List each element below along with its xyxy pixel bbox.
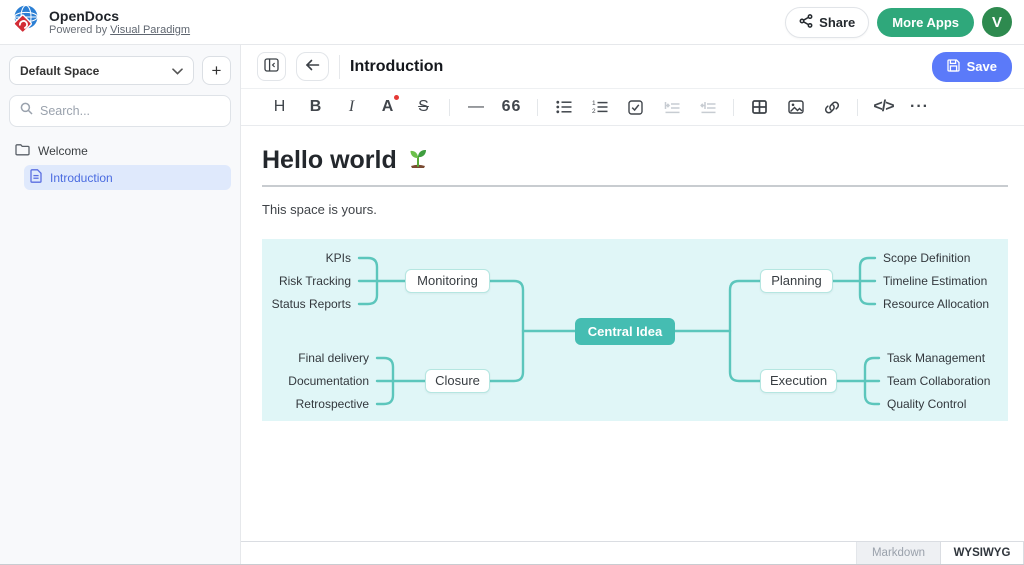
more-apps-button[interactable]: More Apps [877,8,974,37]
status-bar: Markdown WYSIWYG [241,541,1024,564]
avatar[interactable]: V [982,7,1012,37]
table-icon [752,100,767,114]
mindmap-node-planning: Planning [760,269,833,293]
mindmap-leaf: Final delivery [298,349,369,367]
brand: OpenDocs Powered by Visual Paradigm [10,4,190,40]
mindmap-leaf: Risk Tracking [279,272,351,290]
ordered-list-button[interactable]: 12 [586,94,613,120]
powered-by: Powered by Visual Paradigm [49,24,190,37]
task-list-icon [628,100,643,115]
sidebar-toggle-button[interactable] [257,52,286,81]
back-arrow-icon [305,59,320,74]
more-button[interactable]: ··· [906,94,933,120]
document-content[interactable]: Hello world This space is yours. [241,126,1024,541]
mindmap-leaf: Retrospective [296,395,369,413]
toolbar-divider [449,99,450,116]
mindmap-diagram[interactable]: KPIs Risk Tracking Status Reports Final … [262,239,1008,421]
body-text: This space is yours. [262,202,1008,217]
app-window: OpenDocs Powered by Visual Paradigm Shar… [0,0,1024,565]
code-button[interactable]: </> [870,94,897,120]
tree-item-welcome[interactable]: Welcome [9,139,231,163]
bullet-list-button[interactable] [550,94,577,120]
mindmap-node-monitoring: Monitoring [405,269,490,293]
link-icon [824,100,840,115]
tree-item-introduction[interactable]: Introduction [24,165,231,190]
mindmap-node-closure: Closure [425,369,490,393]
color-dot [394,95,399,100]
indent-icon [664,101,680,114]
mindmap-leaf: Team Collaboration [887,372,990,390]
visual-paradigm-link[interactable]: Visual Paradigm [110,24,190,36]
doc-header: Introduction Save [241,45,1024,88]
outdent-icon [700,101,716,114]
svg-text:1: 1 [592,100,596,107]
task-list-button[interactable] [622,94,649,120]
bullet-list-icon [556,100,572,114]
outdent-button[interactable] [694,94,721,120]
mindmap-leaf: Timeline Estimation [883,272,987,290]
toolbar-divider [857,99,858,116]
quote-button[interactable]: 66 [498,94,525,120]
folder-icon [15,143,30,159]
editor-main: Introduction Save H B I A S — 66 [241,45,1024,564]
heading-rule [262,185,1008,187]
sidebar-tree: Welcome Introduction [9,139,231,190]
mindmap-leaf: Scope Definition [883,249,970,267]
mindmap-leaf: Status Reports [272,295,351,313]
toolbar-divider [537,99,538,116]
search-icon [20,102,33,120]
bold-button[interactable]: B [302,94,329,120]
indent-button[interactable] [658,94,685,120]
search-box[interactable] [9,95,231,127]
horizontal-rule-button[interactable]: — [462,94,489,120]
back-button[interactable] [296,52,329,81]
heading-button[interactable]: H [266,94,293,120]
svg-text:2: 2 [592,108,596,114]
sidebar: Default Space + Welcome [0,45,241,564]
toolbar-divider [733,99,734,116]
image-button[interactable] [782,94,809,120]
formatting-toolbar: H B I A S — 66 12 [241,88,1024,126]
strikethrough-button[interactable]: S [410,94,437,120]
header-actions: Share More Apps V [785,7,1012,38]
save-button[interactable]: Save [932,52,1012,82]
mindmap-node-central: Central Idea [575,318,675,345]
tab-markdown[interactable]: Markdown [856,542,940,564]
document-icon [30,169,42,186]
space-selector[interactable]: Default Space [9,56,194,85]
italic-button[interactable]: I [338,94,365,120]
app-name: OpenDocs [49,8,190,24]
doc-heading: Hello world [262,145,1008,176]
save-icon [947,59,960,75]
mindmap-leaf: Resource Allocation [883,295,989,313]
text-color-button[interactable]: A [374,94,401,120]
panel-icon [264,58,279,75]
mindmap-leaf: Task Management [887,349,985,367]
seedling-icon [406,145,430,176]
header-divider [339,55,340,79]
image-icon [788,100,804,114]
brand-text: OpenDocs Powered by Visual Paradigm [49,8,190,37]
share-icon [799,14,813,31]
mindmap-leaf: Quality Control [887,395,966,413]
doc-title: Introduction [350,58,443,76]
table-button[interactable] [746,94,773,120]
tab-wysiwyg[interactable]: WYSIWYG [940,542,1024,564]
chevron-down-icon [172,64,183,78]
ordered-list-icon: 12 [592,100,608,114]
share-button[interactable]: Share [785,7,869,38]
mindmap-leaf: KPIs [326,249,351,267]
search-input[interactable] [40,104,220,118]
mindmap-node-execution: Execution [760,369,837,393]
top-header: OpenDocs Powered by Visual Paradigm Shar… [0,0,1024,45]
add-space-button[interactable]: + [202,56,231,85]
mindmap-leaf: Documentation [288,372,369,390]
link-button[interactable] [818,94,845,120]
app-logo-icon [10,4,41,40]
